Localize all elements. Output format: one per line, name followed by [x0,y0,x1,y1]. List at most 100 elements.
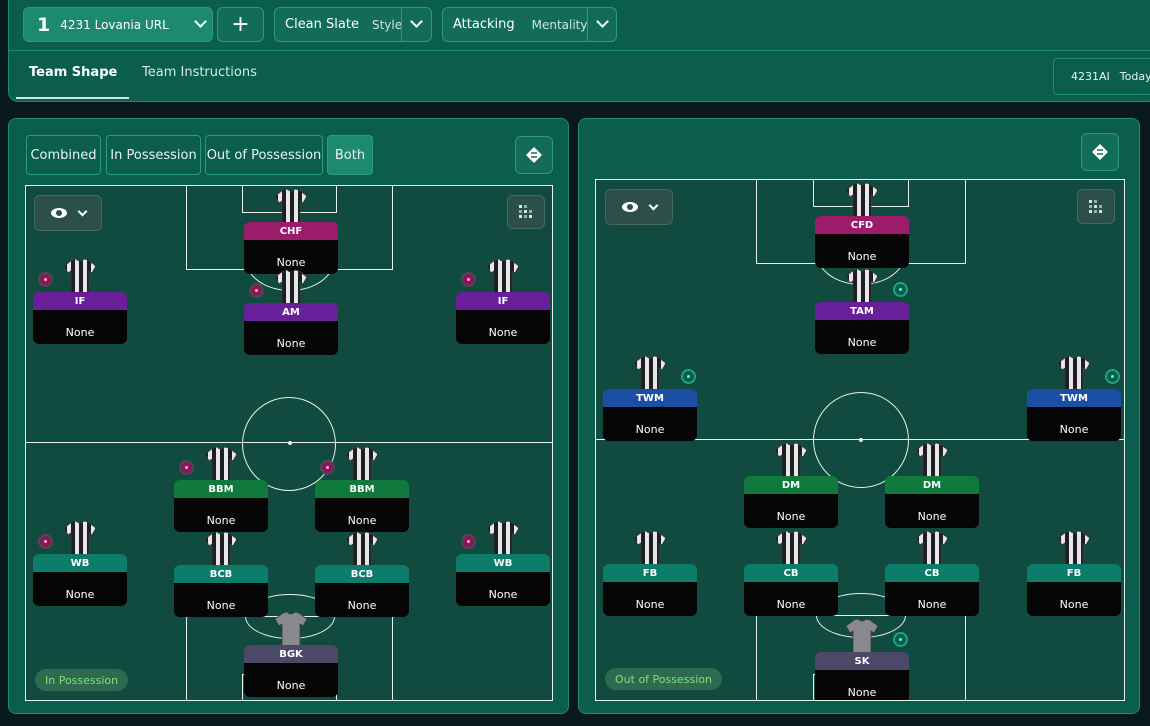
filter-combined[interactable]: Combined [26,135,101,175]
divider [401,8,402,41]
shirt-icon [845,268,879,306]
layout-toggle-button[interactable] [515,136,553,174]
player-card[interactable]: TWM None [1027,355,1121,441]
visibility-dropdown[interactable] [34,195,102,231]
goalkeeper-shirt-icon [274,611,308,649]
player-name: None [456,572,550,606]
player-name: None [315,498,409,532]
filter-both[interactable]: Both [327,135,373,175]
player-role: WB [33,554,127,572]
role-duty-badge-icon[interactable] [681,369,696,384]
player-card[interactable]: CB None [744,530,838,616]
layout-toggle-button[interactable] [1081,133,1119,171]
player-role: CHF [244,222,338,240]
add-tactic-button[interactable]: + [217,7,264,42]
player-card[interactable]: CFD None [815,182,909,268]
role-duty-badge-icon[interactable] [38,272,53,287]
player-card[interactable]: BCB None [174,531,268,617]
player-card[interactable]: SK None [815,618,909,700]
shirt-icon [774,442,808,480]
player-name: None [815,234,909,268]
player-card[interactable]: FB None [603,530,697,616]
filter-out-of-possession[interactable]: Out of Possession [205,135,323,175]
player-card[interactable]: TWM None [603,355,697,441]
player-name: None [603,582,697,616]
shirt-icon [274,188,308,226]
in-possession-panel: Combined In Possession Out of Possession… [8,118,569,714]
player-card[interactable]: IF None [33,258,127,344]
role-duty-badge-icon[interactable] [461,272,476,287]
player-card[interactable]: BBM None [174,446,268,532]
player-card[interactable]: BCB None [315,531,409,617]
player-card[interactable]: TAM None [815,268,909,354]
player-name: None [174,498,268,532]
player-name: None [1027,407,1121,441]
eye-icon [50,208,67,218]
player-role: SK [815,652,909,670]
player-role: AM [244,303,338,321]
role-duty-badge-icon[interactable] [893,282,908,297]
player-card[interactable]: BGK None [244,611,338,697]
tab-team-instructions[interactable]: Team Instructions [142,65,257,80]
shirt-icon [204,446,238,484]
player-card[interactable]: IF None [456,258,550,344]
tactic-name: 4231 Lovania URL [60,17,169,32]
player-card[interactable]: CB None [885,530,979,616]
tab-strip: Team Shape Team Instructions 4231AI Toda… [9,50,1150,100]
shirt-icon [274,269,308,307]
player-card[interactable]: DM None [744,442,838,528]
pitch-in-possession: CHF None IF None AM None IF None BBM None BBM None W… [25,185,553,701]
shirt-icon [204,531,238,569]
chevron-down-icon [77,206,87,216]
player-card[interactable]: AM None [244,269,338,355]
player-card[interactable]: BBM None [315,446,409,532]
player-name: None [33,572,127,606]
plus-icon: + [231,12,250,37]
status-in-possession: In Possession [35,669,129,691]
grid-view-button[interactable] [507,195,545,229]
player-name: None [244,321,338,355]
player-role: BBM [315,480,409,498]
role-duty-badge-icon[interactable] [249,283,264,298]
mentality-selector[interactable]: Attacking Mentality [442,7,617,42]
shirt-icon [1057,355,1091,393]
shirt-icon [915,530,949,568]
grid-icon [519,205,532,218]
swap-icon [1092,144,1108,160]
shirt-icon [774,530,808,568]
player-card[interactable]: CHF None [244,188,338,274]
role-duty-badge-icon[interactable] [461,534,476,549]
player-card[interactable]: WB None [33,520,127,606]
player-name: None [885,582,979,616]
tactic-selector[interactable]: 1 4231 Lovania URL [23,7,213,42]
grid-view-button[interactable] [1077,189,1115,224]
role-duty-badge-icon[interactable] [1105,369,1120,384]
player-card[interactable]: WB None [456,520,550,606]
style-selector[interactable]: Clean Slate Style [274,7,432,42]
role-duty-badge-icon[interactable] [38,534,53,549]
shirt-icon [345,531,379,569]
player-card[interactable]: DM None [885,442,979,528]
player-name: None [1027,582,1121,616]
player-name: None [603,407,697,441]
player-card[interactable]: FB None [1027,530,1121,616]
role-duty-badge-icon[interactable] [893,632,908,647]
center-spot [859,438,863,442]
role-duty-badge-icon[interactable] [179,460,194,475]
shirt-icon [845,182,879,220]
filter-in-possession[interactable]: In Possession [106,135,201,175]
saved-tactic-info[interactable]: 4231AI Today [1053,58,1150,95]
shirt-icon [345,446,379,484]
visibility-dropdown[interactable] [605,189,673,225]
out-of-possession-panel: CFD None TAM None TWM None TWM None DM None DM None… [578,118,1140,714]
mentality-label: Mentality [531,17,588,32]
tab-team-shape[interactable]: Team Shape [29,65,117,80]
shirt-icon [1057,530,1091,568]
player-name: None [815,320,909,354]
shirt-icon [915,442,949,480]
player-role: BCB [315,565,409,583]
shirt-icon [486,520,520,558]
role-duty-badge-icon[interactable] [320,460,335,475]
shirt-icon [633,355,667,393]
goalkeeper-shirt-icon [845,618,879,656]
